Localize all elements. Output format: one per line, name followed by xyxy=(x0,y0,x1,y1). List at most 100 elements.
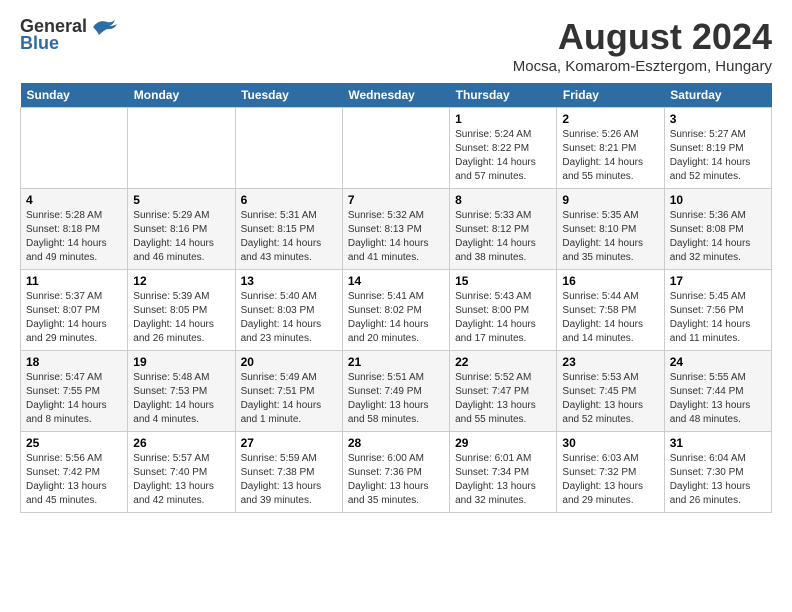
day-number: 6 xyxy=(241,193,337,207)
day-info: Sunrise: 5:43 AM Sunset: 8:00 PM Dayligh… xyxy=(455,290,551,346)
calendar-cell: 20 Sunrise: 5:49 AM Sunset: 7:51 PM Dayli… xyxy=(235,351,342,432)
calendar-cell: 31Sunrise: 6:04 AM Sunset: 7:30 PM Dayli… xyxy=(664,432,771,513)
day-info: Sunrise: 5:37 AM Sunset: 8:07 PM Dayligh… xyxy=(26,290,122,346)
calendar-cell: 18Sunrise: 5:47 AM Sunset: 7:55 PM Dayli… xyxy=(21,351,128,432)
header: General Blue August 2024 Mocsa, Komarom-… xyxy=(20,16,772,75)
calendar-cell: 4 Sunrise: 5:28 AM Sunset: 8:18 PM Daylig… xyxy=(21,189,128,270)
day-info: Sunrise: 6:00 AM Sunset: 7:36 PM Dayligh… xyxy=(348,452,444,508)
day-number: 17 xyxy=(670,274,766,288)
day-info: Sunrise: 5:52 AM Sunset: 7:47 PM Dayligh… xyxy=(455,371,551,427)
logo-bird-icon xyxy=(89,17,117,37)
day-number: 30 xyxy=(562,436,658,450)
calendar-cell: 26Sunrise: 5:57 AM Sunset: 7:40 PM Dayli… xyxy=(128,432,235,513)
day-number: 18 xyxy=(26,355,122,369)
day-info: Sunrise: 5:28 AM Sunset: 8:18 PM Dayligh… xyxy=(26,209,122,265)
day-number: 20 xyxy=(241,355,337,369)
week-row-1: 1 Sunrise: 5:24 AM Sunset: 8:22 PM Daylig… xyxy=(21,108,772,189)
calendar-cell: 30 Sunrise: 6:03 AM Sunset: 7:32 PM Dayli… xyxy=(557,432,664,513)
day-info: Sunrise: 5:48 AM Sunset: 7:53 PM Dayligh… xyxy=(133,371,229,427)
day-info: Sunrise: 5:39 AM Sunset: 8:05 PM Dayligh… xyxy=(133,290,229,346)
day-info: Sunrise: 6:01 AM Sunset: 7:34 PM Dayligh… xyxy=(455,452,551,508)
calendar-cell: 6 Sunrise: 5:31 AM Sunset: 8:15 PM Daylig… xyxy=(235,189,342,270)
calendar-cell: 27Sunrise: 5:59 AM Sunset: 7:38 PM Dayli… xyxy=(235,432,342,513)
calendar-cell: 12 Sunrise: 5:39 AM Sunset: 8:05 PM Dayli… xyxy=(128,270,235,351)
day-header-sunday: Sunday xyxy=(21,83,128,108)
day-number: 7 xyxy=(348,193,444,207)
day-number: 31 xyxy=(670,436,766,450)
day-info: Sunrise: 5:32 AM Sunset: 8:13 PM Dayligh… xyxy=(348,209,444,265)
calendar-cell: 24 Sunrise: 5:55 AM Sunset: 7:44 PM Dayli… xyxy=(664,351,771,432)
day-info: Sunrise: 5:59 AM Sunset: 7:38 PM Dayligh… xyxy=(241,452,337,508)
calendar-cell: 19Sunrise: 5:48 AM Sunset: 7:53 PM Dayli… xyxy=(128,351,235,432)
day-info: Sunrise: 5:44 AM Sunset: 7:58 PM Dayligh… xyxy=(562,290,658,346)
calendar-cell: 29 Sunrise: 6:01 AM Sunset: 7:34 PM Dayli… xyxy=(450,432,557,513)
day-info: Sunrise: 5:45 AM Sunset: 7:56 PM Dayligh… xyxy=(670,290,766,346)
calendar-cell: 13Sunrise: 5:40 AM Sunset: 8:03 PM Dayli… xyxy=(235,270,342,351)
day-number: 12 xyxy=(133,274,229,288)
title-area: August 2024 Mocsa, Komarom-Esztergom, Hu… xyxy=(513,16,772,75)
day-info: Sunrise: 5:55 AM Sunset: 7:44 PM Dayligh… xyxy=(670,371,766,427)
calendar-table: SundayMondayTuesdayWednesdayThursdayFrid… xyxy=(20,83,772,513)
day-info: Sunrise: 5:27 AM Sunset: 8:19 PM Dayligh… xyxy=(670,128,766,184)
day-info: Sunrise: 5:35 AM Sunset: 8:10 PM Dayligh… xyxy=(562,209,658,265)
calendar-cell: 8 Sunrise: 5:33 AM Sunset: 8:12 PM Daylig… xyxy=(450,189,557,270)
day-number: 1 xyxy=(455,112,551,126)
day-number: 3 xyxy=(670,112,766,126)
day-number: 10 xyxy=(670,193,766,207)
day-number: 29 xyxy=(455,436,551,450)
week-row-4: 18Sunrise: 5:47 AM Sunset: 7:55 PM Dayli… xyxy=(21,351,772,432)
calendar-cell: 5 Sunrise: 5:29 AM Sunset: 8:16 PM Daylig… xyxy=(128,189,235,270)
day-number: 24 xyxy=(670,355,766,369)
day-info: Sunrise: 5:40 AM Sunset: 8:03 PM Dayligh… xyxy=(241,290,337,346)
calendar-cell xyxy=(342,108,449,189)
day-number: 23 xyxy=(562,355,658,369)
calendar-cell xyxy=(235,108,342,189)
day-info: Sunrise: 5:26 AM Sunset: 8:21 PM Dayligh… xyxy=(562,128,658,184)
calendar-cell: 11 Sunrise: 5:37 AM Sunset: 8:07 PM Dayli… xyxy=(21,270,128,351)
calendar-cell: 16 Sunrise: 5:44 AM Sunset: 7:58 PM Dayli… xyxy=(557,270,664,351)
day-number: 21 xyxy=(348,355,444,369)
day-number: 25 xyxy=(26,436,122,450)
day-header-tuesday: Tuesday xyxy=(235,83,342,108)
calendar-cell: 23 Sunrise: 5:53 AM Sunset: 7:45 PM Dayli… xyxy=(557,351,664,432)
days-header-row: SundayMondayTuesdayWednesdayThursdayFrid… xyxy=(21,83,772,108)
calendar-cell: 15 Sunrise: 5:43 AM Sunset: 8:00 PM Dayli… xyxy=(450,270,557,351)
calendar-cell: 1 Sunrise: 5:24 AM Sunset: 8:22 PM Daylig… xyxy=(450,108,557,189)
location: Mocsa, Komarom-Esztergom, Hungary xyxy=(513,58,772,75)
day-info: Sunrise: 5:51 AM Sunset: 7:49 PM Dayligh… xyxy=(348,371,444,427)
calendar-cell: 28Sunrise: 6:00 AM Sunset: 7:36 PM Dayli… xyxy=(342,432,449,513)
calendar-cell: 25 Sunrise: 5:56 AM Sunset: 7:42 PM Dayli… xyxy=(21,432,128,513)
week-row-5: 25 Sunrise: 5:56 AM Sunset: 7:42 PM Dayli… xyxy=(21,432,772,513)
day-header-saturday: Saturday xyxy=(664,83,771,108)
calendar-cell: 21 Sunrise: 5:51 AM Sunset: 7:49 PM Dayli… xyxy=(342,351,449,432)
day-header-wednesday: Wednesday xyxy=(342,83,449,108)
day-info: Sunrise: 5:33 AM Sunset: 8:12 PM Dayligh… xyxy=(455,209,551,265)
day-info: Sunrise: 5:49 AM Sunset: 7:51 PM Dayligh… xyxy=(241,371,337,427)
calendar-cell xyxy=(128,108,235,189)
day-header-thursday: Thursday xyxy=(450,83,557,108)
day-number: 14 xyxy=(348,274,444,288)
day-info: Sunrise: 5:57 AM Sunset: 7:40 PM Dayligh… xyxy=(133,452,229,508)
day-number: 8 xyxy=(455,193,551,207)
day-number: 11 xyxy=(26,274,122,288)
logo: General Blue xyxy=(20,16,117,54)
day-info: Sunrise: 5:31 AM Sunset: 8:15 PM Dayligh… xyxy=(241,209,337,265)
day-number: 4 xyxy=(26,193,122,207)
logo-blue-text: Blue xyxy=(20,33,59,54)
calendar-cell xyxy=(21,108,128,189)
calendar-cell: 3 Sunrise: 5:27 AM Sunset: 8:19 PM Daylig… xyxy=(664,108,771,189)
day-number: 16 xyxy=(562,274,658,288)
calendar-cell: 2Sunrise: 5:26 AM Sunset: 8:21 PM Daylig… xyxy=(557,108,664,189)
calendar-cell: 22 Sunrise: 5:52 AM Sunset: 7:47 PM Dayli… xyxy=(450,351,557,432)
day-number: 15 xyxy=(455,274,551,288)
day-number: 5 xyxy=(133,193,229,207)
day-info: Sunrise: 5:24 AM Sunset: 8:22 PM Dayligh… xyxy=(455,128,551,184)
day-info: Sunrise: 5:36 AM Sunset: 8:08 PM Dayligh… xyxy=(670,209,766,265)
day-info: Sunrise: 6:03 AM Sunset: 7:32 PM Dayligh… xyxy=(562,452,658,508)
day-info: Sunrise: 5:56 AM Sunset: 7:42 PM Dayligh… xyxy=(26,452,122,508)
day-info: Sunrise: 5:29 AM Sunset: 8:16 PM Dayligh… xyxy=(133,209,229,265)
week-row-2: 4 Sunrise: 5:28 AM Sunset: 8:18 PM Daylig… xyxy=(21,189,772,270)
week-row-3: 11 Sunrise: 5:37 AM Sunset: 8:07 PM Dayli… xyxy=(21,270,772,351)
day-info: Sunrise: 5:53 AM Sunset: 7:45 PM Dayligh… xyxy=(562,371,658,427)
day-number: 22 xyxy=(455,355,551,369)
